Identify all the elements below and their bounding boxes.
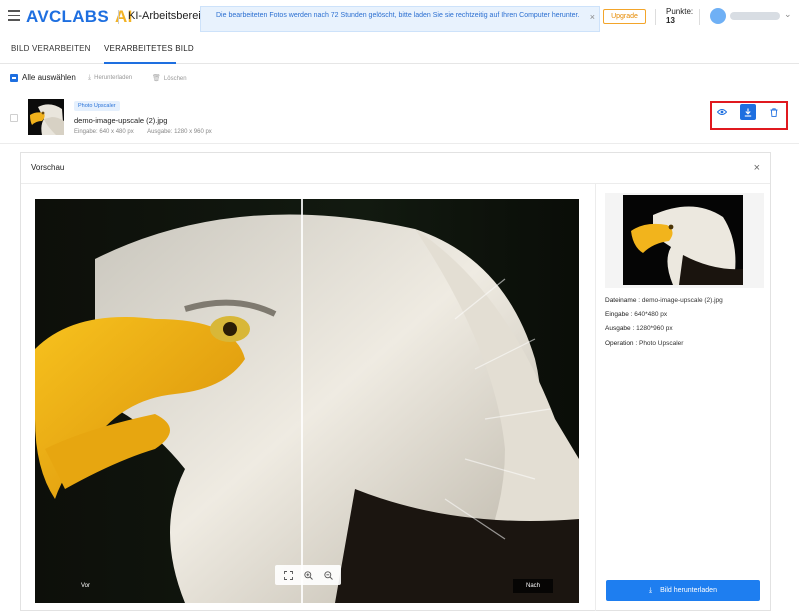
meta-filename: Dateiname : demo-image-upscale (2).jpg [605, 297, 723, 304]
app-logo[interactable]: AVCLABS AI [26, 7, 133, 27]
zoom-out-button[interactable] [321, 569, 335, 581]
toolbar-delete-label: Löschen [163, 76, 187, 82]
preview-thumbnail-image [623, 195, 743, 285]
logo-text: AVCLABS [26, 7, 110, 26]
fit-screen-icon [283, 570, 293, 580]
output-size: Ausgabe: 1280 x 960 px [147, 129, 212, 135]
upgrade-button[interactable]: Upgrade [603, 9, 646, 24]
meta-key: Dateiname : [605, 297, 641, 304]
file-dimensions: Eingabe: 640 x 480 px Ausgabe: 1280 x 96… [74, 129, 224, 135]
trash-icon [770, 107, 778, 117]
deletion-notice: Die bearbeiteten Fotos werden nach 72 St… [200, 6, 600, 32]
toolbar-delete-button[interactable]: 🗑 Löschen [152, 74, 187, 82]
tab-processed-image[interactable]: VERARBEITETES BILD [104, 44, 194, 53]
points-value: 13 [666, 16, 675, 25]
download-icon [744, 108, 752, 117]
input-size: Eingabe: 640 x 480 px [74, 129, 134, 135]
app-header: AVCLABSAI KI-Arbeitsbereich Die bearbeit… [0, 0, 799, 34]
zoom-in-button[interactable] [301, 569, 315, 581]
download-image-button[interactable]: ⤓ Bild herunterladen [606, 580, 760, 601]
toolbar-download-label: Herunterladen [94, 75, 133, 81]
meta-value: Photo Upscaler [638, 340, 684, 347]
preview-vertical-divider [595, 184, 596, 611]
list-toolbar: Alle auswählen ⤓ Herunterladen 🗑 Löschen [0, 64, 799, 94]
meta-key: Ausgabe : [605, 325, 635, 332]
avatar[interactable] [710, 8, 726, 24]
meta-key: Eingabe : [605, 311, 633, 318]
meta-value: 640*480 px [634, 311, 668, 318]
download-icon: ⤓ [649, 587, 653, 594]
comparison-image[interactable]: Vor Nach [35, 199, 579, 603]
tab-bar: BILD VERARBEITEN VERARBEITETES BILD [0, 34, 799, 64]
eagle-preview-image [623, 195, 743, 285]
points-label: Punkte: [666, 7, 694, 16]
meta-key: Operation : [605, 340, 638, 347]
select-all-checkbox[interactable] [10, 74, 18, 82]
hamburger-icon[interactable] [8, 10, 20, 21]
preview-thumbnail [605, 193, 764, 288]
close-icon[interactable]: × [754, 162, 760, 174]
row-checkbox[interactable] [10, 114, 18, 122]
file-name: demo-image-upscale (2).jpg [74, 116, 168, 125]
header-divider [699, 9, 700, 25]
before-label: Vor [81, 583, 91, 589]
eagle-thumbnail-image [28, 99, 64, 135]
toolbar-download-button[interactable]: ⤓ Herunterladen [88, 74, 132, 82]
download-button[interactable] [740, 104, 756, 120]
workspace-title: KI-Arbeitsbereich [128, 10, 200, 22]
notice-close-icon[interactable]: × [590, 12, 595, 22]
meta-input: Eingabe : 640*480 px [605, 311, 667, 318]
chevron-down-icon[interactable]: ⌄ [784, 9, 792, 20]
preview-button[interactable] [714, 104, 730, 120]
eye-icon [717, 109, 727, 115]
points-display: Punkte: 13 [666, 7, 693, 25]
meta-value: demo-image-upscale (2).jpg [641, 297, 723, 304]
zoom-out-icon [323, 570, 333, 580]
tab-process-image[interactable]: BILD VERARBEITEN [11, 44, 91, 53]
list-item: Photo Upscaler demo-image-upscale (2).jp… [0, 94, 799, 144]
username-blurred[interactable] [730, 12, 780, 20]
meta-output: Ausgabe : 1280*960 px [605, 325, 673, 332]
split-slider-handle[interactable] [301, 199, 303, 603]
meta-value: 1280*960 px [636, 325, 673, 332]
delete-button[interactable] [766, 104, 782, 120]
notice-text: Die bearbeiteten Fotos werden nach 72 St… [216, 12, 580, 19]
preview-title: Vorschau [31, 163, 65, 172]
after-label: Nach [513, 579, 553, 593]
header-divider [118, 10, 119, 24]
meta-operation: Operation : Photo Upscaler [605, 340, 683, 347]
header-divider [655, 9, 656, 25]
eagle-comparison-image [35, 199, 579, 603]
file-thumbnail[interactable] [28, 99, 64, 135]
download-icon: ⤓ [88, 74, 92, 81]
preview-dialog: Vorschau × Vor Nach Dateiname: demo-ima… [20, 152, 771, 611]
download-image-label: Bild herunterladen [660, 587, 717, 594]
zoom-in-icon [303, 570, 313, 580]
preview-divider [21, 183, 770, 184]
trash-icon: 🗑 [152, 75, 161, 82]
operation-badge: Photo Upscaler [74, 101, 120, 111]
fit-screen-button[interactable] [281, 569, 295, 581]
zoom-controls [275, 565, 341, 585]
select-all-label[interactable]: Alle auswählen [22, 73, 76, 82]
